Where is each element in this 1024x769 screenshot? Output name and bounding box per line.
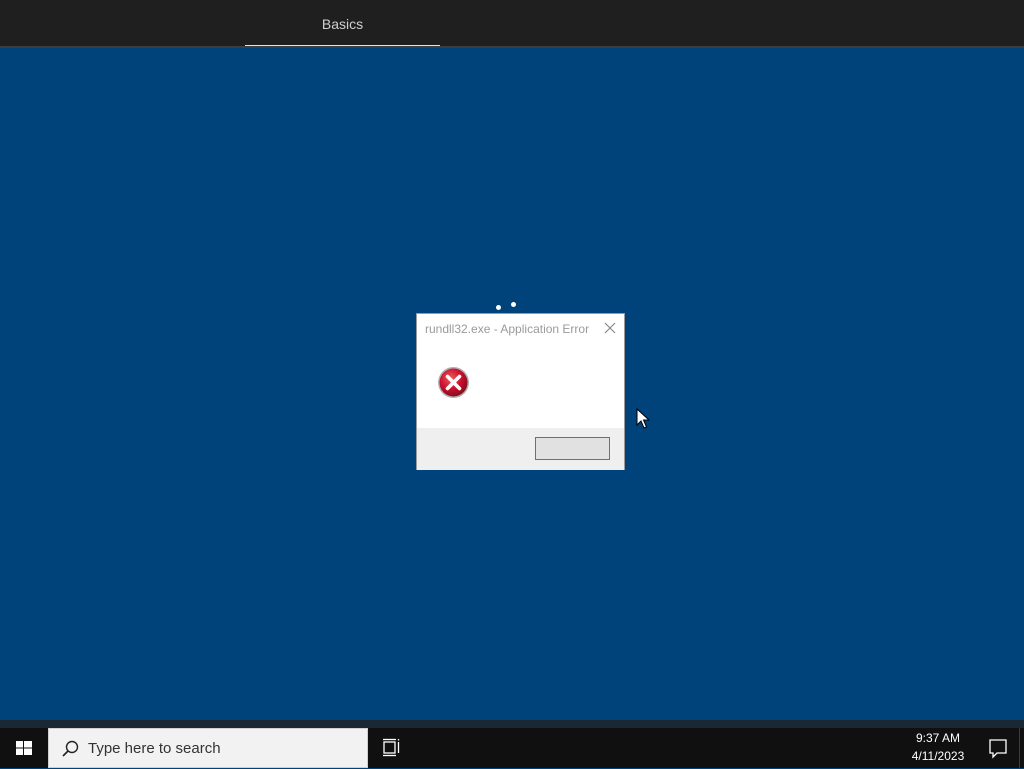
- taskbar-edge: [0, 720, 1024, 728]
- show-desktop-button[interactable]: [1019, 728, 1024, 768]
- header-divider: [0, 46, 1024, 48]
- system-clock[interactable]: 9:37 AM 4/11/2023: [898, 728, 978, 768]
- search-icon: [62, 740, 79, 757]
- task-view-icon[interactable]: [368, 728, 416, 768]
- loading-spinner-dot: [496, 305, 501, 310]
- error-icon: [438, 367, 469, 398]
- dialog-title: rundll32.exe - Application Error: [425, 322, 590, 336]
- application-error-dialog: rundll32.exe - Application Error: [416, 313, 625, 470]
- setup-header: Basics: [0, 0, 1024, 48]
- windows-start-icon[interactable]: [0, 728, 48, 768]
- clock-date: 4/11/2023: [911, 749, 965, 763]
- search-placeholder: Type here to search: [88, 740, 221, 757]
- close-icon[interactable]: [601, 319, 619, 337]
- clock-time: 9:37 AM: [915, 731, 961, 745]
- mouse-cursor-icon: [636, 408, 650, 429]
- tab-basics[interactable]: Basics: [245, 0, 440, 48]
- ok-button[interactable]: [535, 437, 610, 460]
- dialog-footer: [417, 428, 624, 470]
- taskbar-search-box[interactable]: Type here to search: [48, 728, 368, 768]
- action-center-icon[interactable]: [978, 728, 1018, 768]
- loading-spinner-dot: [511, 302, 516, 307]
- taskbar: Type here to search 9:37 AM 4/11/2023: [0, 728, 1024, 768]
